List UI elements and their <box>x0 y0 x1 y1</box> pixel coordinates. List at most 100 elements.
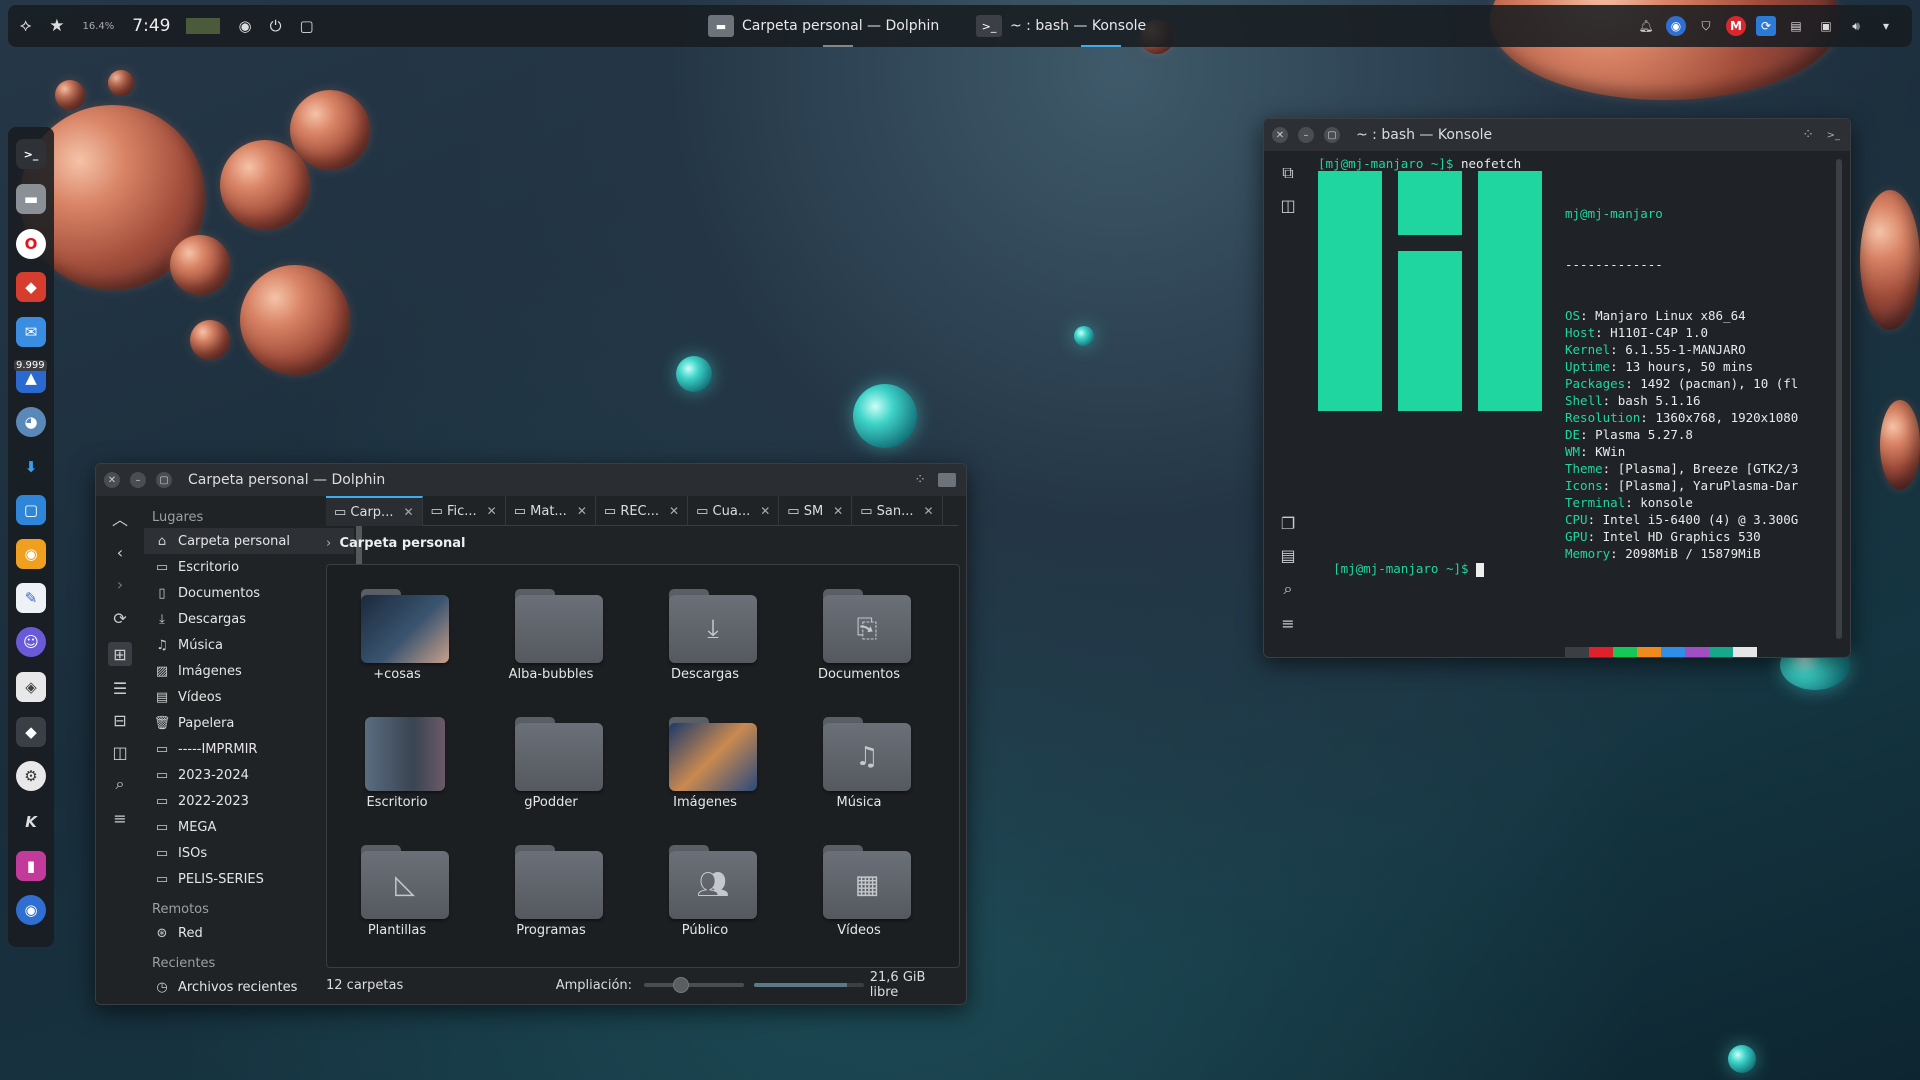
place-trash[interactable]: 🗑︎ Papelera <box>144 710 354 736</box>
mail-dock-icon[interactable]: ✉ <box>16 317 46 347</box>
opera-dock-icon[interactable]: O <box>16 229 46 259</box>
place-folder[interactable]: ▭ ISOs <box>144 840 354 866</box>
folder-item[interactable]: ▦ Vídeos <box>789 837 929 957</box>
favorites-star-icon[interactable]: ★ <box>49 16 64 36</box>
forward-icon[interactable]: › <box>108 572 132 596</box>
close-tab-icon[interactable]: ✕ <box>833 504 843 518</box>
folder-item[interactable]: ♫ Música <box>789 709 929 829</box>
place-downloads[interactable]: ⤓ Descargas <box>144 606 354 632</box>
tab[interactable]: ▭ REC... ✕ <box>596 496 689 526</box>
up-icon[interactable]: ︿ <box>108 506 132 530</box>
minimize-icon[interactable]: – <box>1298 127 1314 143</box>
prompt-line[interactable]: [mj@mj-manjaro ~]$ <box>1318 543 1485 594</box>
folder-item[interactable]: +cosas <box>327 581 467 701</box>
zoom-slider-handle[interactable] <box>673 977 690 993</box>
tab[interactable]: ▭ Cua... ✕ <box>688 496 780 526</box>
tray-expand-icon[interactable]: ▾ <box>1876 16 1896 36</box>
close-icon[interactable]: ✕ <box>1272 127 1288 143</box>
tab[interactable]: ▭ Fic... ✕ <box>423 496 506 526</box>
mega-icon[interactable]: M <box>1726 16 1746 36</box>
folder-item[interactable]: Imágenes <box>635 709 775 829</box>
place-desktop[interactable]: ▭ Escritorio <box>144 554 354 580</box>
place-network[interactable]: ⊛ Red <box>144 920 354 946</box>
shield-icon[interactable]: ⛉ <box>1696 16 1716 36</box>
folder-item[interactable]: Programas <box>481 837 621 957</box>
maximize-icon[interactable]: ▢ <box>1324 127 1340 143</box>
copy-icon[interactable]: ❐ <box>1276 511 1300 535</box>
discord-dock-icon[interactable]: ☺ <box>16 627 46 657</box>
folder-item[interactable]: 👥︎ Público <box>635 837 775 957</box>
place-folder[interactable]: ▭ PELIS-SERIES <box>144 866 354 892</box>
folder-item[interactable]: Alba-bubbles <box>481 581 621 701</box>
writer-dock-icon[interactable]: ✎ <box>16 583 46 613</box>
password-manager-icon[interactable]: ◉ <box>1666 16 1686 36</box>
paste-icon[interactable]: ▤ <box>1276 543 1300 567</box>
pin-icon[interactable]: ⁘ <box>914 472 926 488</box>
compact-view-icon[interactable]: ☰ <box>108 676 132 700</box>
folder-item[interactable]: ◺ Plantillas <box>327 837 467 957</box>
details-view-icon[interactable]: ⊟ <box>108 708 132 732</box>
search-icon[interactable]: ⌕ <box>1276 577 1300 601</box>
place-music[interactable]: ♫ Música <box>144 632 354 658</box>
konsole-dock-icon[interactable]: >_ <box>16 139 46 169</box>
system-monitor-icon[interactable] <box>186 18 221 34</box>
folder-item[interactable]: Escritorio <box>327 709 467 829</box>
place-folder[interactable]: ▭ MEGA <box>144 814 354 840</box>
icons-view-icon[interactable]: ⊞ <box>108 642 132 666</box>
tab[interactable]: ▭ SM ✕ <box>779 496 853 526</box>
new-tab-icon[interactable]: ⧉ <box>1276 161 1300 185</box>
close-tab-icon[interactable]: ✕ <box>577 504 587 518</box>
show-desktop-icon[interactable]: ▢ <box>299 17 313 35</box>
close-tab-icon[interactable]: ✕ <box>760 504 770 518</box>
place-folder[interactable]: ▭ -----IMPRMIR <box>144 736 354 762</box>
firefox-dev-dock-icon[interactable]: ◆ <box>16 272 46 302</box>
place-recent-files[interactable]: ◷ Archivos recientes <box>144 974 354 1000</box>
place-folder[interactable]: ▭ 2023-2024 <box>144 762 354 788</box>
clipboard-icon[interactable]: ▤ <box>1786 16 1806 36</box>
folder-item[interactable]: ⤓ Descargas <box>635 581 775 701</box>
close-tab-icon[interactable]: ✕ <box>924 504 934 518</box>
settings-dock-icon[interactable]: ⚙ <box>16 761 46 791</box>
pin-icon[interactable]: ⁘ <box>1802 127 1814 143</box>
lock-screen-icon[interactable]: ◉ <box>238 17 251 35</box>
back-icon[interactable]: ‹ <box>108 540 132 564</box>
close-icon[interactable]: ✕ <box>104 472 120 488</box>
close-tab-icon[interactable]: ✕ <box>487 504 497 518</box>
place-home[interactable]: ⌂ Carpeta personal <box>144 528 354 554</box>
place-documents[interactable]: ▯ Documentos <box>144 580 354 606</box>
task-konsole[interactable]: >_ ~ : bash — Konsole <box>976 10 1146 47</box>
keepass-dock-icon[interactable]: ◉ <box>16 895 46 925</box>
krita-dock-icon[interactable]: K <box>16 807 46 837</box>
minimize-icon[interactable]: – <box>130 472 146 488</box>
clock[interactable]: 7:49 <box>132 16 170 36</box>
folder-item[interactable]: gPodder <box>481 709 621 829</box>
power-icon[interactable]: ⏻ <box>270 17 282 35</box>
tab[interactable]: ▭ Mat... ✕ <box>506 496 596 526</box>
reload-icon[interactable]: ⟳ <box>108 606 132 630</box>
photos-dock-icon[interactable]: ◉ <box>16 539 46 569</box>
close-tab-icon[interactable]: ✕ <box>403 505 413 519</box>
search-icon[interactable]: ⌕ <box>108 772 132 796</box>
tab[interactable]: ▭ San... ✕ <box>852 496 943 526</box>
split-view-icon[interactable]: ◫ <box>108 740 132 764</box>
split-view-icon[interactable]: ◫ <box>1276 193 1300 217</box>
volume-icon[interactable]: 🔊︎ <box>1846 16 1866 36</box>
zoom-slider[interactable] <box>644 977 744 993</box>
cpu-load-widget[interactable]: 16.4% <box>83 21 115 32</box>
downloader-dock-icon[interactable]: ⬇ <box>16 452 46 482</box>
tab[interactable]: ▭ Carp... ✕ <box>326 496 423 526</box>
dolphin-dock-icon[interactable]: ▬ <box>16 184 46 214</box>
vm-dock-icon[interactable]: ◆ <box>16 717 46 747</box>
task-dolphin[interactable]: ▬ Carpeta personal — Dolphin <box>708 10 939 47</box>
breadcrumb[interactable]: › Carpeta personal <box>326 536 466 551</box>
display-icon[interactable]: ▣ <box>1816 16 1836 36</box>
menu-icon[interactable]: ≡ <box>1276 611 1300 635</box>
gimp-dock-icon[interactable]: ◈ <box>16 672 46 702</box>
close-tab-icon[interactable]: ✕ <box>669 504 679 518</box>
place-folder[interactable]: ▭ 2022-2023 <box>144 788 354 814</box>
maximize-icon[interactable]: ▢ <box>156 472 172 488</box>
gpodder-dock-icon[interactable]: ◕ <box>16 407 46 437</box>
launcher-icon[interactable]: ⟡ <box>20 16 31 36</box>
notifications-icon[interactable]: 🔔︎ <box>1636 16 1656 36</box>
updates-icon[interactable]: ⟳ <box>1756 16 1776 36</box>
